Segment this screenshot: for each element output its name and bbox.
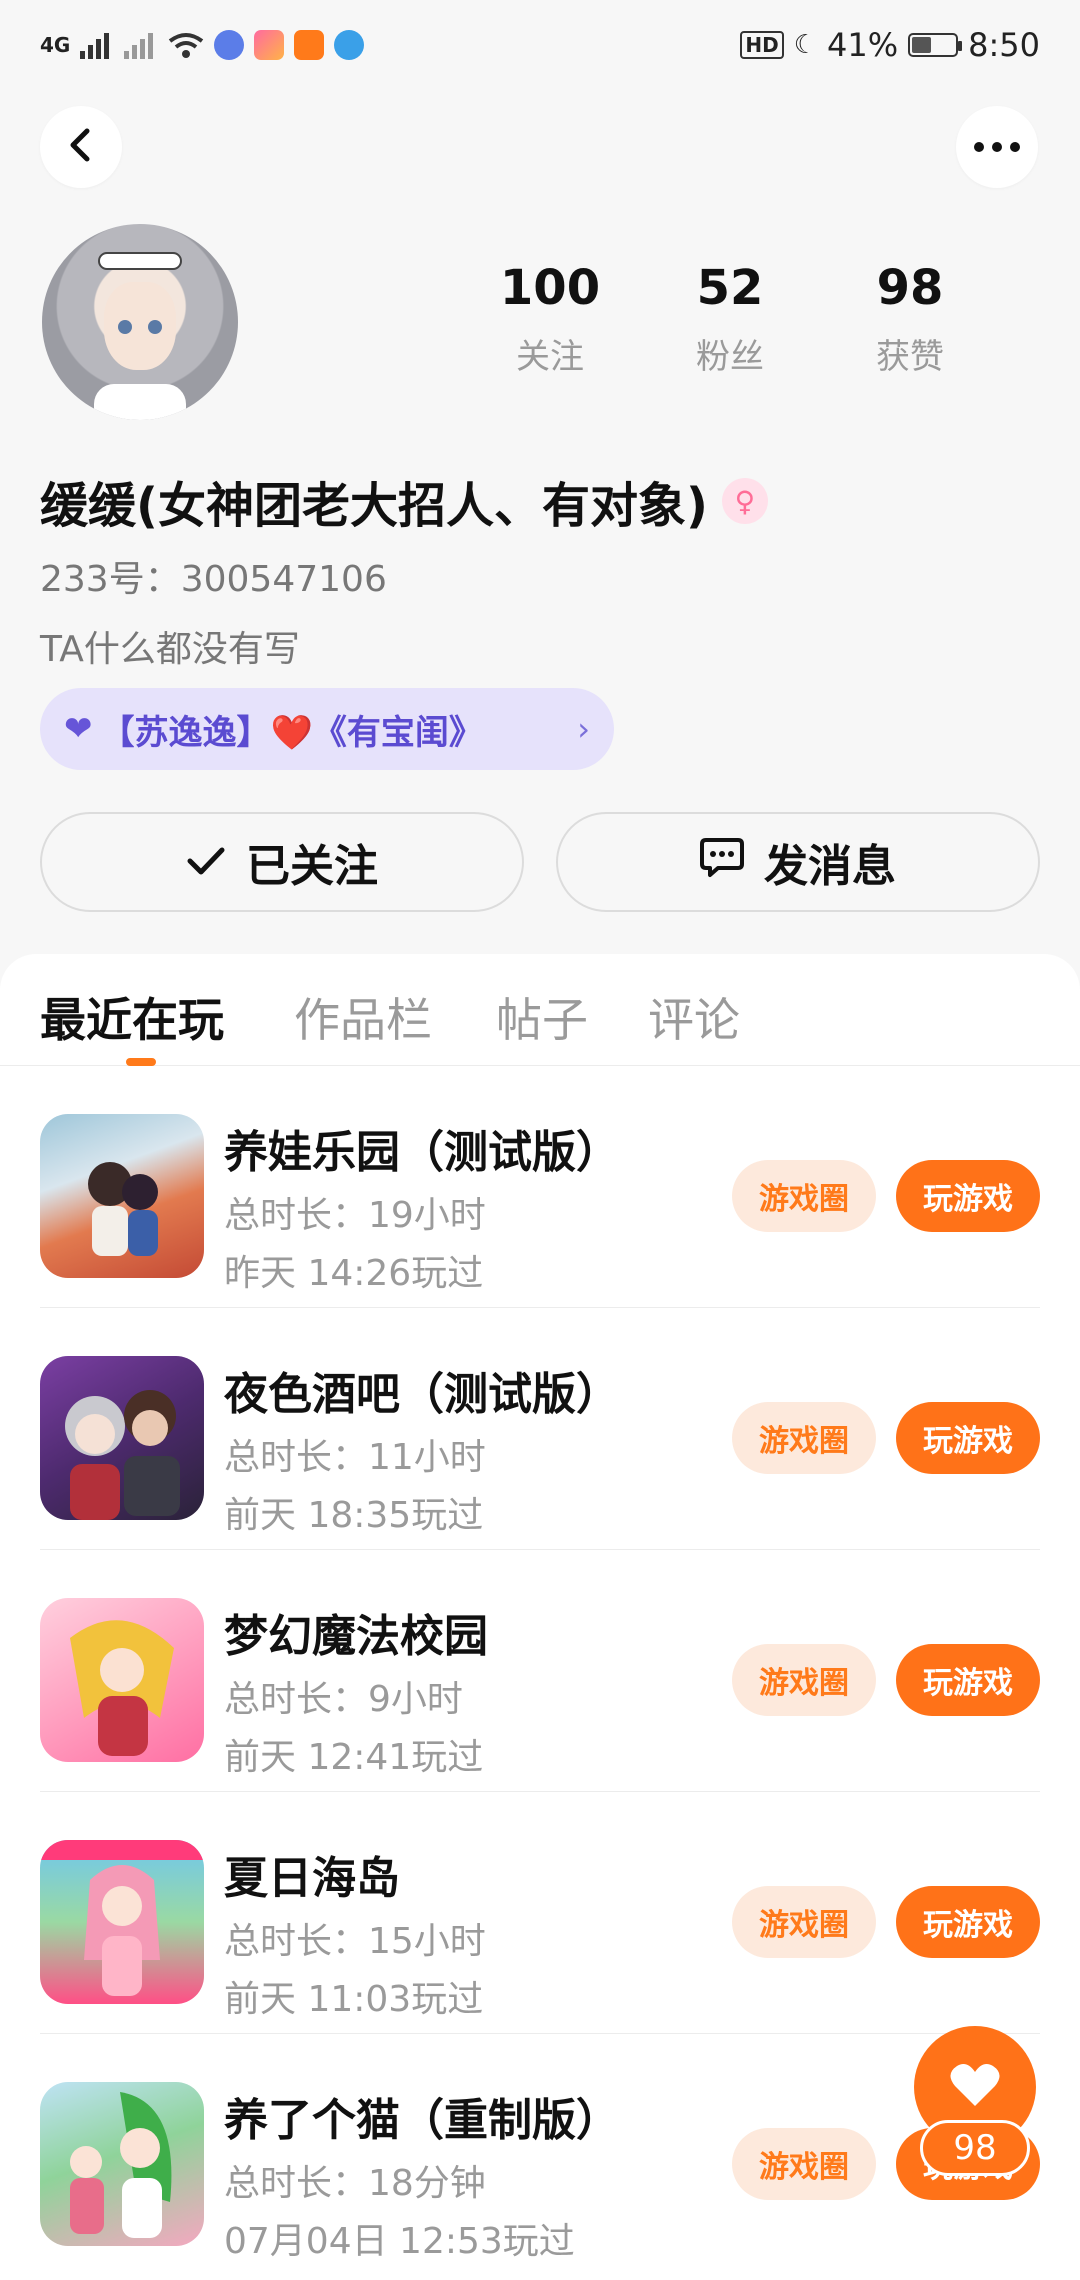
stat-value: 98 [876, 260, 944, 316]
app-icon [254, 30, 285, 60]
game-icon [40, 1598, 204, 1762]
message-label: 发消息 [764, 841, 896, 892]
tab-comments[interactable]: 评论 [648, 984, 740, 1050]
clock: 8:50 [968, 26, 1040, 64]
game-circle-button[interactable]: 游戏圈 [732, 2128, 876, 2200]
game-circle-button[interactable]: 游戏圈 [732, 1402, 876, 1474]
game-title: 养娃乐园（测试版） [224, 1127, 620, 1178]
stat-followers[interactable]: 52 粉丝 [640, 262, 820, 378]
back-button[interactable] [40, 106, 122, 188]
game-title: 梦幻魔法校园 [224, 1611, 488, 1662]
female-icon: ♀ [721, 478, 768, 524]
bio: TA什么都没有写 [40, 629, 300, 670]
status-left: 4G [40, 30, 365, 60]
app-icon [334, 30, 365, 60]
profile-stats: 100 关注 52 粉丝 98 获赞 [460, 262, 1000, 378]
status-right: HD ☾ 41% 8:50 [740, 26, 1040, 64]
avatar-face [104, 282, 176, 370]
game-last-played: 昨天 14:26玩过 [224, 1253, 484, 1294]
user-id: 233号：300547106 [40, 559, 387, 600]
heart-icon [949, 2062, 1001, 2112]
play-game-button[interactable]: 玩游戏 [896, 1644, 1040, 1716]
moon-icon: ☾ [793, 30, 818, 60]
more-button[interactable] [956, 106, 1038, 188]
chevron-left-icon [67, 127, 95, 167]
stat-value: 52 [696, 260, 764, 316]
game-list-item[interactable]: 夏日海岛 总时长：15小时 前天 11:03玩过 游戏圈 玩游戏 [40, 1792, 1040, 2034]
stat-label: 粉丝 [696, 336, 764, 377]
signal-icon [80, 31, 114, 59]
game-duration: 总时长：18分钟 [224, 2163, 486, 2204]
heart-icon: ❤ [64, 709, 93, 749]
game-title: 养了个猫（重制版） [224, 2095, 620, 2146]
game-duration: 总时长：15小时 [224, 1921, 486, 1962]
send-message-button[interactable]: 发消息 [556, 812, 1040, 912]
game-list-item[interactable]: 养娃乐园（测试版） 总时长：19小时 昨天 14:26玩过 游戏圈 玩游戏 [40, 1066, 1040, 1308]
game-list-item[interactable]: 夜色酒吧（测试版） 总时长：11小时 前天 18:35玩过 游戏圈 玩游戏 [40, 1308, 1040, 1550]
chevron-right-icon: › [577, 710, 590, 748]
game-circle-button[interactable]: 游戏圈 [732, 1886, 876, 1958]
game-list-item[interactable]: 梦幻魔法校园 总时长：9小时 前天 12:41玩过 游戏圈 玩游戏 [40, 1550, 1040, 1792]
avatar-eye [118, 320, 132, 334]
play-game-button[interactable]: 玩游戏 [896, 1402, 1040, 1474]
game-circle-button[interactable]: 游戏圈 [732, 1644, 876, 1716]
status-bar: 4G HD ☾ 41% 8:50 [0, 0, 1080, 90]
play-game-button[interactable]: 玩游戏 [896, 1886, 1040, 1958]
game-list-item[interactable]: 养了个猫（重制版） 总时长：18分钟 07月04日 12:53玩过 游戏圈 玩游… [40, 2034, 1040, 2276]
stat-likes[interactable]: 98 获赞 [820, 262, 1000, 378]
signal-icon [124, 31, 158, 59]
avatar-collar [94, 384, 186, 420]
like-count-badge: 98 [920, 2120, 1030, 2176]
game-last-played: 前天 18:35玩过 [224, 1495, 484, 1536]
relationship-badge[interactable]: ❤ 【苏逸逸】❤️《有宝闺》 › [40, 688, 614, 770]
hd-badge: HD [740, 31, 784, 59]
relationship-text: 【苏逸逸】❤️《有宝闺》 [100, 712, 483, 753]
play-game-button[interactable]: 玩游戏 [896, 1160, 1040, 1232]
game-icon [40, 1356, 204, 1520]
battery-icon [908, 33, 963, 57]
game-icon [40, 1840, 204, 2004]
tab-indicator [126, 1058, 156, 1066]
game-last-played: 07月04日 12:53玩过 [224, 2221, 575, 2262]
followed-label: 已关注 [246, 841, 378, 892]
tab-works[interactable]: 作品栏 [294, 984, 432, 1050]
game-last-played: 前天 12:41玩过 [224, 1737, 484, 1778]
game-duration: 总时长：9小时 [224, 1679, 463, 1720]
avatar-eye [148, 320, 162, 334]
stat-label: 获赞 [876, 336, 944, 377]
avatar-headband [98, 252, 182, 270]
game-title: 夜色酒吧（测试版） [224, 1369, 620, 1420]
video-app-icon [294, 30, 325, 60]
game-title: 夏日海岛 [224, 1853, 400, 1904]
stat-value: 100 [499, 260, 601, 316]
wifi-icon [168, 31, 204, 59]
music-app-icon [214, 30, 245, 60]
network-type: 4G [40, 33, 71, 57]
stat-label: 关注 [516, 336, 584, 377]
game-duration: 总时长：19小时 [224, 1195, 486, 1236]
check-icon [186, 837, 226, 888]
battery-percent: 41% [827, 26, 899, 64]
game-circle-button[interactable]: 游戏圈 [732, 1160, 876, 1232]
game-duration: 总时长：11小时 [224, 1437, 486, 1478]
username: 缓缓(女神团老大招人、有对象) [40, 478, 708, 534]
tab-recently-played[interactable]: 最近在玩 [40, 984, 224, 1050]
battery-fill [912, 37, 932, 53]
username-row: 缓缓(女神团老大招人、有对象) ♀ [40, 466, 768, 536]
more-horizontal-icon [973, 138, 1021, 157]
tab-bar: 最近在玩 作品栏 帖子 评论 [0, 954, 1080, 1066]
stat-following[interactable]: 100 关注 [460, 262, 640, 378]
avatar[interactable] [42, 224, 238, 420]
game-icon [40, 1114, 204, 1278]
tab-posts[interactable]: 帖子 [496, 984, 588, 1050]
chat-icon [700, 836, 744, 889]
game-icon [40, 2082, 204, 2246]
followed-button[interactable]: 已关注 [40, 812, 524, 912]
game-last-played: 前天 11:03玩过 [224, 1979, 484, 2020]
